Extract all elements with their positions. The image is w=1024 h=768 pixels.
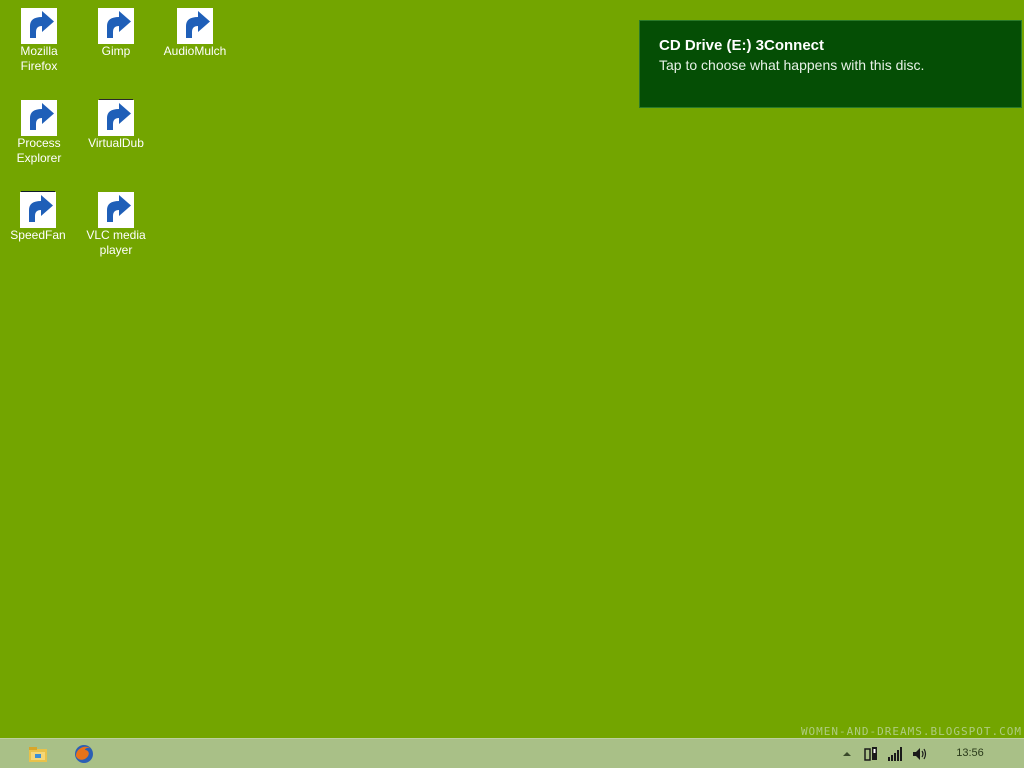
firefox-icon [75,745,93,763]
desktop-icon-label: VirtualDub [88,136,144,150]
taskbar-clock[interactable]: 13:56 [944,747,996,759]
desktop-icon-gimp[interactable]: Gimp [78,0,154,59]
chevron-up-icon [843,752,851,756]
desktop-icon-label: AudioMulch [163,44,227,58]
desktop-icon-label: VLC media player [86,228,146,257]
notification-title: CD Drive (E:) 3Connect [659,37,825,54]
gimp-icon [98,6,134,44]
file-explorer-icon [29,747,47,762]
autoplay-notification[interactable]: CD Drive (E:) 3Connect Tap to choose wha… [639,20,1022,108]
show-hidden-icons-button[interactable] [839,746,855,762]
speedfan-icon [20,190,56,228]
desktop-icon-process-explorer[interactable]: Process Explorer [1,92,77,166]
process-explorer-icon [21,98,57,136]
vlc-icon [98,190,134,228]
desktop[interactable]: Mozilla Firefox Gimp AudioMulch Process … [0,0,1024,738]
tray-network-adapter[interactable] [863,746,879,762]
virtualdub-icon [98,98,134,136]
taskbar-file-explorer-button[interactable] [26,742,50,766]
watermark: WOMEN-AND-DREAMS.BLOGSPOT.COM [800,725,1022,738]
desktop-icon-label: Gimp [101,44,131,58]
desktop-icon-label: Process Explorer [16,136,62,165]
tray-volume[interactable] [911,746,927,762]
firefox-icon [21,6,57,44]
tray-signal-strength[interactable] [887,746,903,762]
signal-bars-icon [888,747,902,761]
desktop-icon-virtualdub[interactable]: VirtualDub [78,92,154,151]
audiomulch-icon [177,6,213,44]
desktop-icon-label: Mozilla Firefox [20,44,58,73]
network-adapter-icon [864,747,877,761]
taskbar: 13:56 [0,738,1024,768]
desktop-icon-firefox[interactable]: Mozilla Firefox [1,0,77,74]
desktop-icon-vlc[interactable]: VLC media player [78,184,154,258]
desktop-icon-label: SpeedFan [10,228,66,242]
taskbar-firefox-button[interactable] [72,742,96,766]
speaker-icon [913,748,927,760]
notification-body: Tap to choose what happens with this dis… [659,57,925,73]
desktop-icon-audiomulch[interactable]: AudioMulch [157,0,233,59]
desktop-icon-speedfan[interactable]: SpeedFan [0,184,76,243]
